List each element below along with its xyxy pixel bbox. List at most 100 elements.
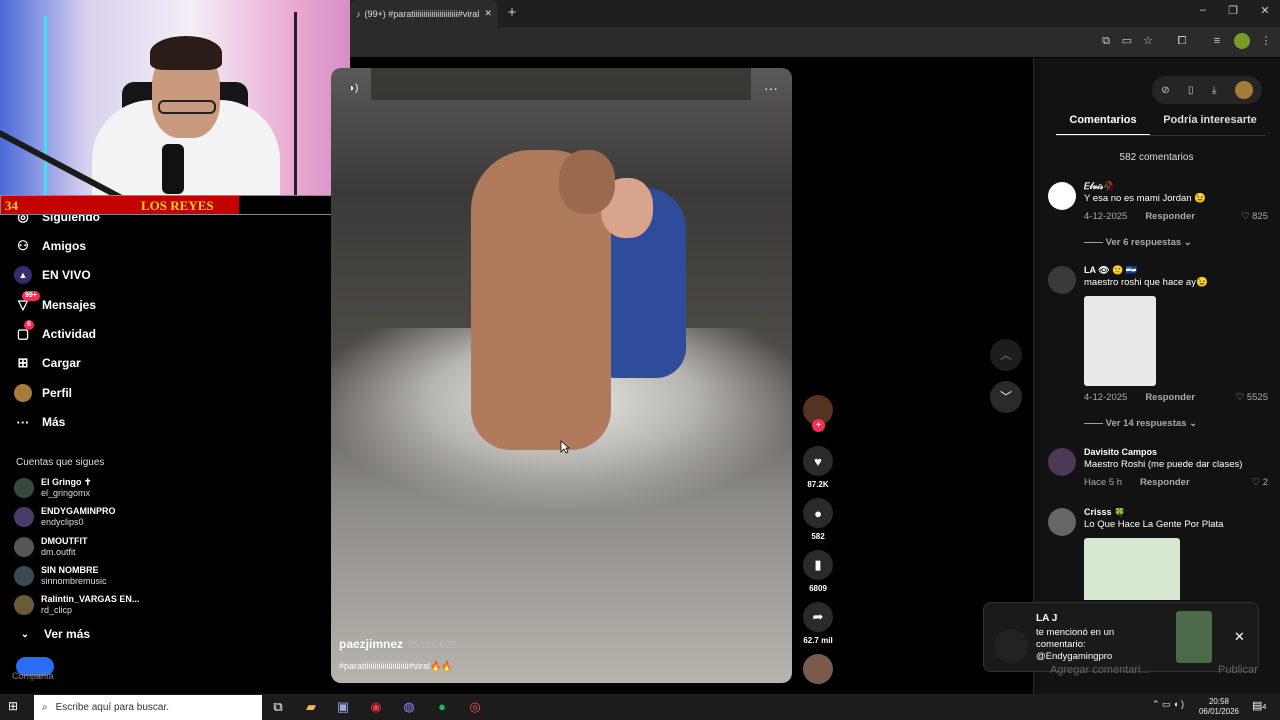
account-name: SIN NOMBRE (41, 565, 99, 575)
sound-icon[interactable]: ◗) (349, 83, 358, 94)
tab-title: (99+) #paratiiiiiiiiiiiiiiiiiiiiii#viral (364, 8, 480, 19)
like-button[interactable]: ♥ 87.2K (803, 446, 833, 489)
comment-sticker-image[interactable] (1084, 296, 1156, 386)
extensions-icon[interactable]: ⧠ (1174, 33, 1190, 49)
translate-icon[interactable]: ⧉ (1098, 33, 1114, 49)
comment-input[interactable]: Agregar comentari... (1050, 664, 1200, 676)
comment-item: Davisito Campos Maestro Roshi (me puede … (1048, 447, 1268, 492)
windows-start-icon[interactable]: ⊞ (8, 699, 24, 715)
see-more-label: Ver más (44, 627, 91, 641)
see-more-link[interactable]: ⌄ Ver más (16, 622, 90, 646)
save-count: 6809 (809, 584, 827, 593)
bookmark-star-icon[interactable]: ☆ (1140, 33, 1156, 49)
media-icon[interactable]: ≡ (1209, 33, 1225, 49)
phone-icon[interactable]: ▯ (1188, 85, 1194, 96)
store-icon[interactable]: ▣ (333, 698, 353, 716)
comment-author[interactable]: Davisito Campos (1084, 447, 1157, 457)
tab-close-icon[interactable]: ✕ (484, 8, 492, 19)
followed-account[interactable]: ENDYGAMINPRO endyclips0 (14, 506, 154, 528)
notification-center-icon[interactable]: ▤4 (1252, 699, 1266, 712)
comment-author[interactable]: 𝐸𝓁𝓋𝒾𝓈🥀 (1084, 181, 1115, 192)
sidebar-item-more[interactable]: ··· Más (14, 410, 66, 434)
previous-video-button[interactable]: ︿ (990, 339, 1022, 371)
footer-company-link[interactable]: Compañía (12, 671, 54, 681)
score-overlay: 34 LOS REYES 50 (0, 195, 354, 215)
chrome-icon[interactable]: ◉ (366, 698, 386, 716)
profile-avatar-icon[interactable] (1234, 33, 1250, 49)
reply-button[interactable]: Responder (1145, 392, 1195, 403)
taskbar-search[interactable]: ⌕ Escribe aquí para buscar. (34, 695, 262, 720)
next-video-button[interactable]: ﹀ (990, 381, 1022, 413)
comment-like-button[interactable]: ♡ 2 (1252, 477, 1268, 488)
view-replies-button[interactable]: —— Ver 14 respuestas ⌄ (1084, 418, 1197, 429)
publish-button[interactable]: Publicar (1218, 664, 1258, 676)
comment-text: Maestro Roshi (me puede dar clases) (1084, 459, 1243, 470)
system-tray[interactable]: ⌃ ▭ ◖ ) (1152, 699, 1184, 710)
app-icon[interactable]: ◎ (465, 698, 485, 716)
sidebar-item-friends[interactable]: ⚇ Amigos (14, 234, 86, 258)
comment-button[interactable]: ● 582 (803, 498, 833, 541)
followed-account[interactable]: El Gringo ✝ el_gringomx (14, 477, 154, 499)
comment-author[interactable]: Crisss 🍀 (1084, 508, 1125, 518)
notification-text: te mencionó en un comentario: @Endygamin… (1036, 627, 1115, 662)
tab-comments[interactable]: Comentarios (1056, 114, 1150, 136)
compass-icon[interactable]: ⊘ (1161, 85, 1169, 96)
author-name: paezjimnez (339, 637, 404, 651)
account-name: DMOUTFIT (41, 536, 88, 546)
reply-button[interactable]: Responder (1140, 477, 1190, 488)
followed-account[interactable]: Ralintin_VARGAS EN... rd_clicp (14, 594, 154, 616)
sidebar-item-activity[interactable]: ▢ 6 Actividad (14, 320, 96, 346)
obs-icon[interactable]: ◍ (399, 698, 419, 716)
video-date: 25/11/2025 (407, 640, 457, 651)
music-disc-avatar[interactable] (803, 654, 833, 684)
cast-icon[interactable]: ▭ (1119, 33, 1135, 49)
browser-menu-icon[interactable]: ⋮ (1258, 33, 1274, 49)
mention-notification[interactable]: LA J te mencionó en un comentario: @Endy… (983, 602, 1259, 672)
profile-icon (14, 384, 32, 402)
minimize-button[interactable]: – (1188, 4, 1218, 22)
browser-tab[interactable]: ♪ (99+) #paratiiiiiiiiiiiiiiiiiiiiii#vir… (350, 0, 498, 27)
sidebar-item-profile[interactable]: Perfil (14, 381, 72, 405)
sidebar-item-messages[interactable]: ▽ 99+ Mensajes (14, 291, 96, 317)
avatar[interactable] (1048, 266, 1076, 294)
task-view-icon[interactable]: ⧉ (268, 698, 288, 716)
chevron-down-icon: ⌄ (20, 628, 30, 640)
comment-sticker-image[interactable] (1084, 538, 1180, 600)
followed-account[interactable]: DMOUTFIT dm.outfit (14, 536, 154, 558)
reply-button[interactable]: Responder (1145, 211, 1195, 222)
restore-button[interactable]: ❐ (1218, 4, 1248, 22)
user-avatar[interactable] (1234, 81, 1253, 99)
video-caption[interactable]: #paratiiiiiiiiiiiiiiiiiiiiii#viral🔥🔥 (339, 661, 452, 672)
comment-author[interactable]: LA 👁 🙂 🇸🇻 (1084, 265, 1137, 276)
avatar[interactable] (1048, 448, 1076, 476)
avatar[interactable] (1048, 508, 1076, 536)
notification-avatar (994, 629, 1028, 663)
view-replies-button[interactable]: —— Ver 6 respuestas ⌄ (1084, 237, 1192, 248)
spotify-icon[interactable]: ● (432, 698, 452, 716)
share-button[interactable]: ➦ 62.7 mil (803, 602, 833, 645)
tab-might-interest[interactable]: Podría interesarte (1160, 114, 1260, 126)
follow-plus-button[interactable]: + (812, 419, 825, 432)
video-author[interactable]: paezjimnez 25/11/2025 (339, 637, 456, 651)
new-tab-button[interactable]: + (504, 4, 520, 22)
comment-time: Hace 5 h (1084, 477, 1123, 488)
comment-like-button[interactable]: ♡ 5525 (1236, 392, 1268, 403)
sidebar-item-upload[interactable]: ⊞ Cargar (14, 351, 81, 375)
comment-count-label: 582 comentarios (1119, 152, 1194, 163)
followed-account[interactable]: SIN NOMBRE sinnombremusic (14, 565, 154, 587)
avatar (14, 478, 34, 498)
file-explorer-icon[interactable]: ▰ (301, 698, 321, 716)
video-more-icon[interactable]: ··· (764, 80, 778, 96)
close-icon[interactable]: ✕ (1234, 629, 1245, 645)
download-icon[interactable]: ⤓ (1212, 85, 1216, 96)
comment-like-button[interactable]: ♡ 825 (1241, 211, 1268, 222)
save-button[interactable]: ▮ 6809 (803, 550, 833, 593)
sidebar-item-live[interactable]: ▲ EN VIVO (14, 263, 91, 287)
window-close-button[interactable]: ✕ (1250, 4, 1280, 22)
search-placeholder: Escribe aquí para buscar. (55, 702, 170, 713)
account-handle: endyclips0 (41, 517, 84, 527)
search-icon: ⌕ (42, 702, 48, 713)
video-player[interactable] (331, 68, 792, 683)
avatar[interactable] (1048, 182, 1076, 210)
system-clock[interactable]: 20:58 06/01/2026 (1198, 697, 1240, 717)
